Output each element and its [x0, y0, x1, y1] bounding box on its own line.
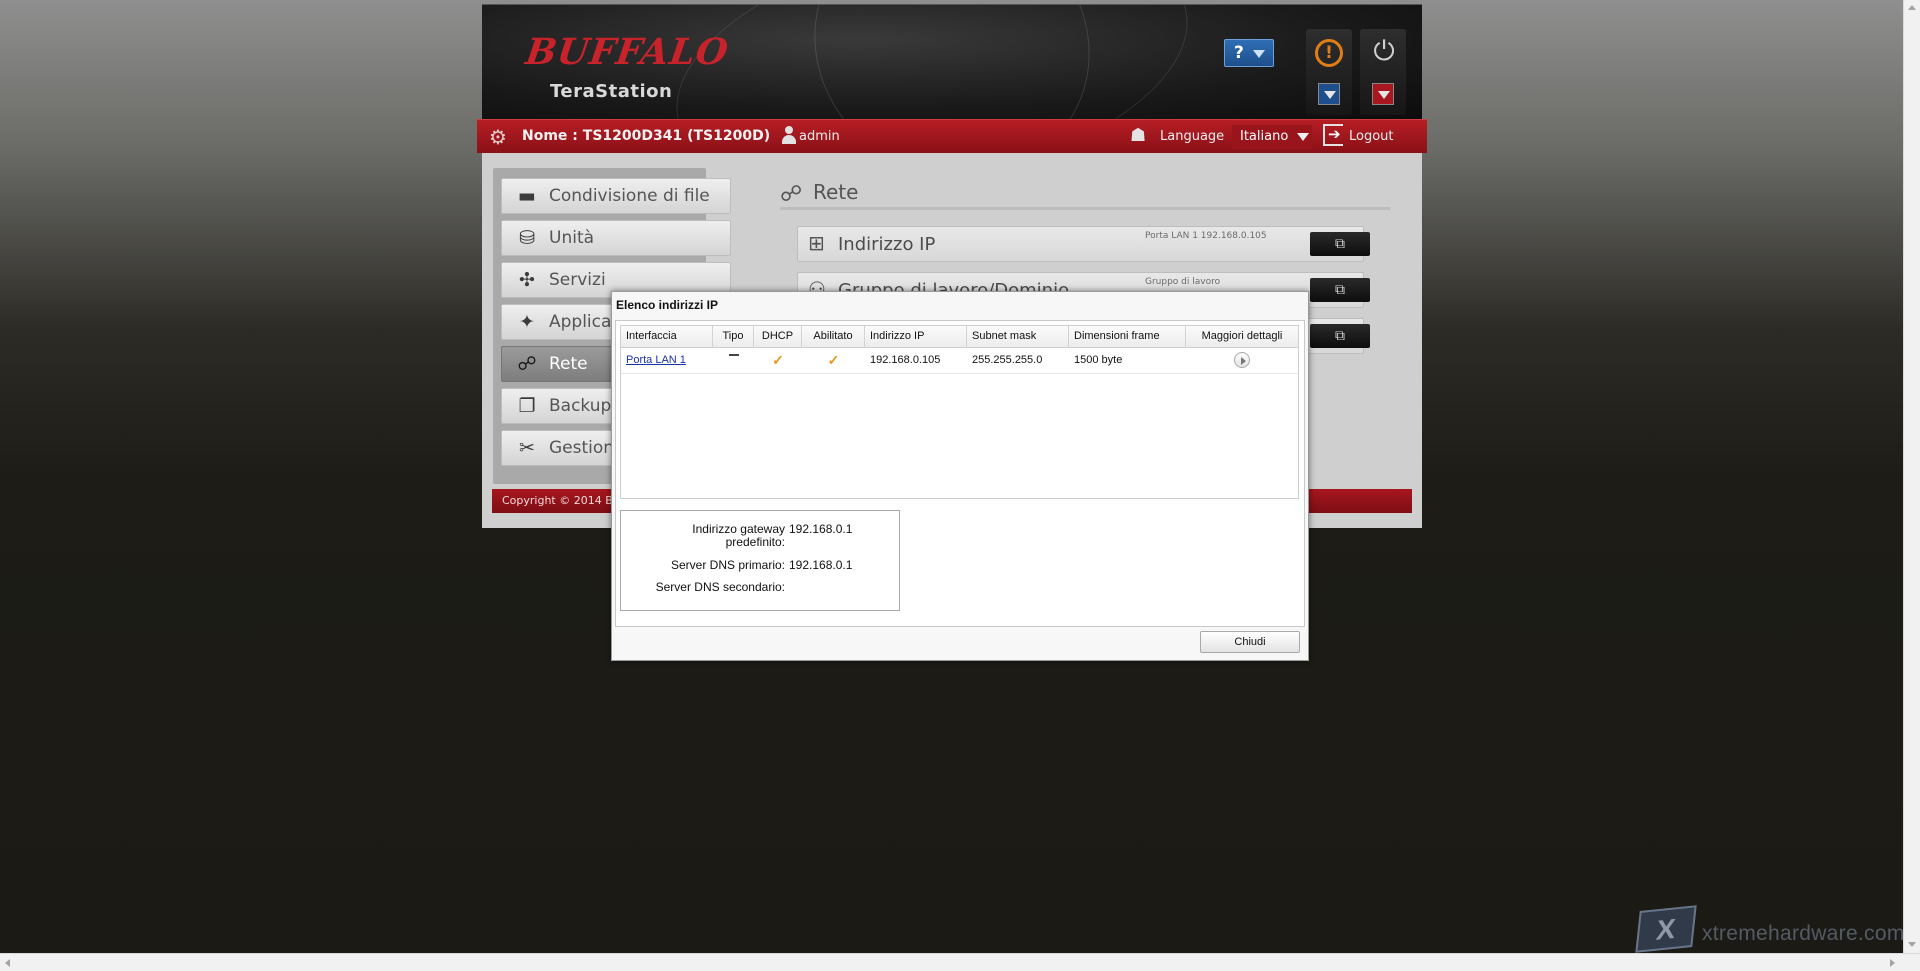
applications-icon: ✦ [519, 311, 535, 333]
sidebar-item-label: Rete [549, 354, 588, 374]
watermark-text: xtremehardware.com [1702, 922, 1905, 945]
watermark-logo-icon: X [1635, 905, 1697, 953]
power-tile[interactable]: ⏻ [1360, 29, 1406, 115]
logout-link[interactable]: Logout [1349, 129, 1394, 144]
sidebar-item-label: Unità [549, 228, 595, 248]
enabled-cell: ✓ [802, 348, 865, 374]
tools-icon: ✂ [519, 437, 535, 459]
checkmark-icon: ✓ [827, 352, 840, 368]
details-cell [1186, 348, 1298, 374]
column-header[interactable]: DHCP [754, 326, 802, 348]
sidebar-item-label: Servizi [549, 270, 606, 290]
username: admin [799, 129, 840, 144]
network-icon: ☍ [780, 182, 803, 207]
help-label: ? [1234, 43, 1244, 63]
open-settings-button[interactable]: ⧉ [1310, 278, 1370, 302]
dns-primary-label: Server DNS primario: [670, 558, 785, 572]
gateway-value: 192.168.0.1 [789, 522, 853, 536]
sidebar-item-label: Gestion [549, 438, 615, 458]
ip-address-list-dialog: Elenco indirizzi IP Interfaccia Tipo DHC… [611, 291, 1309, 661]
column-header[interactable]: Maggiori dettagli [1186, 326, 1298, 348]
dns-primary-value: 192.168.0.1 [789, 558, 853, 572]
brand-logo: BUFFALO [523, 31, 732, 73]
column-header[interactable]: Tipo [713, 326, 754, 348]
user-icon [782, 126, 796, 144]
sidebar-item-label: Backup [549, 396, 612, 416]
scroll-down-icon[interactable] [1908, 942, 1916, 947]
ip-icon: ⊞ [808, 231, 825, 255]
checkmark-icon: ✓ [772, 352, 784, 368]
language-label: Language [1160, 129, 1225, 144]
card-ip-address: ⊞ Indirizzo IP Porta LAN 1 192.168.0.105… [797, 226, 1370, 262]
backup-icon: ❐ [518, 395, 536, 417]
ip-address-cell: 192.168.0.105 [870, 354, 941, 366]
sidebar-item-file-sharing[interactable]: ▬ Condivisione di file [501, 178, 731, 214]
column-header[interactable]: Dimensioni frame [1069, 326, 1186, 348]
power-icon: ⏻ [1373, 36, 1395, 67]
interface-link[interactable]: Porta LAN 1 [626, 354, 686, 366]
open-settings-button[interactable]: ⧉ [1310, 324, 1370, 348]
frame-size-cell: 1500 byte [1074, 354, 1123, 366]
vertical-scrollbar[interactable] [1903, 0, 1920, 953]
scroll-up-icon[interactable] [1908, 5, 1916, 10]
card-info: Porta LAN 1 192.168.0.105 [1145, 231, 1267, 241]
table-header: Interfaccia Tipo DHCP Abilitato Indirizz… [621, 326, 1298, 348]
interface-cell: Porta LAN 1 [621, 348, 713, 374]
power-dropdown-button[interactable] [1372, 83, 1394, 105]
gear-icon[interactable]: ⚙ [489, 125, 507, 149]
top-menubar: ⚙ Nome : TS1200D341 (TS1200D) admin ☗ La… [477, 119, 1427, 153]
chevron-down-icon [1378, 91, 1390, 99]
scroll-left-icon[interactable] [5, 959, 10, 967]
language-icon: ☗ [1130, 125, 1147, 146]
gateway-label-line2: predefinito: [725, 535, 785, 549]
column-header[interactable]: Abilitato [802, 326, 865, 348]
device-name: Nome : TS1200D341 (TS1200D) [522, 128, 771, 144]
header-banner: BUFFALO TeraStation ? ! ⏻ [482, 4, 1422, 119]
dns-secondary-label: Server DNS secondario: [655, 580, 785, 594]
network-icon: ☍ [517, 353, 537, 375]
services-icon: ✣ [519, 269, 535, 291]
warning-icon: ! [1315, 39, 1343, 67]
column-header[interactable]: Interfaccia [621, 326, 713, 348]
product-name: TeraStation [550, 81, 673, 102]
chevron-down-icon[interactable] [1297, 133, 1309, 141]
table-row[interactable]: Porta LAN 1 ✓ ✓ 192.168.0.105 255.255.25… [621, 348, 1298, 374]
chevron-down-icon [1324, 91, 1336, 99]
scroll-right-icon[interactable] [1890, 959, 1895, 967]
card-label: Indirizzo IP [838, 234, 936, 255]
ip-address-table: Interfaccia Tipo DHCP Abilitato Indirizz… [620, 325, 1299, 499]
dialog-title: Elenco indirizzi IP [616, 298, 719, 312]
dash-icon [728, 354, 739, 357]
open-settings-button[interactable]: ⧉ [1310, 232, 1370, 256]
column-header[interactable]: Subnet mask [967, 326, 1069, 348]
folder-icon: ▬ [518, 185, 536, 207]
logout-icon[interactable] [1323, 124, 1343, 146]
alerts-dropdown-button[interactable] [1318, 83, 1340, 105]
horizontal-scrollbar[interactable] [0, 953, 1920, 971]
column-header[interactable]: Indirizzo IP [865, 326, 967, 348]
sidebar-item-label: Condivisione di file [549, 186, 710, 206]
page-title: Rete [813, 180, 859, 204]
title-divider [780, 207, 1390, 210]
dhcp-cell: ✓ [754, 348, 802, 374]
dns-gateway-info: Indirizzo gateway predefinito: 192.168.0… [620, 510, 900, 611]
sidebar-item-drives[interactable]: ⛁ Unità [501, 220, 731, 256]
subnet-mask-cell: 255.255.255.0 [972, 354, 1043, 366]
chevron-down-icon [1253, 50, 1265, 58]
help-button[interactable]: ? [1224, 39, 1274, 67]
type-cell [713, 348, 754, 374]
alerts-tile[interactable]: ! [1306, 29, 1352, 115]
disk-icon: ⛁ [519, 227, 535, 249]
play-icon[interactable] [1234, 352, 1250, 369]
sidebar-item-label: Applica [549, 312, 612, 332]
close-button[interactable]: Chiudi [1200, 631, 1300, 653]
card-info: Gruppo di lavoro [1145, 277, 1221, 287]
